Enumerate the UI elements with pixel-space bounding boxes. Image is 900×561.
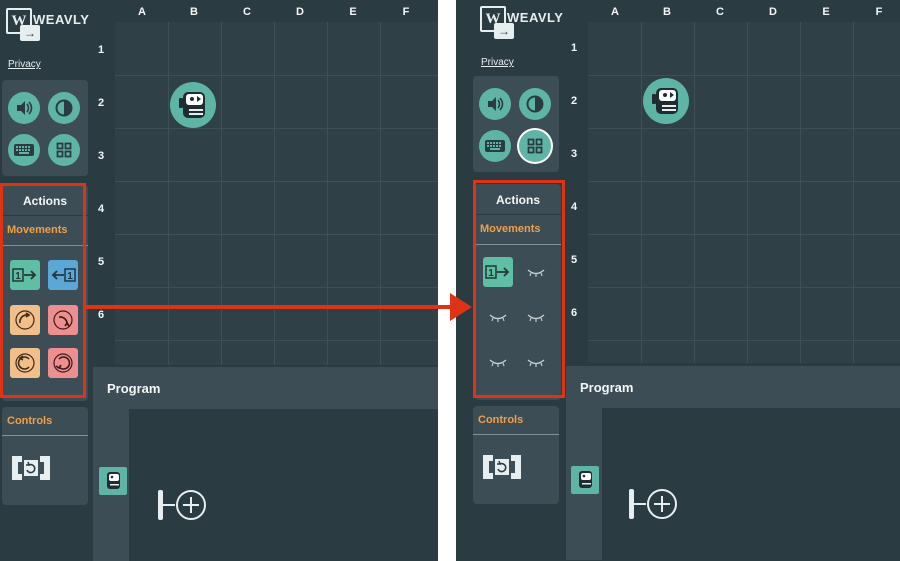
logo-arrow-icon: → xyxy=(20,25,40,41)
grid-line xyxy=(588,75,900,76)
row-header: 6 xyxy=(98,309,105,321)
grid-line xyxy=(274,22,275,365)
column-header: D xyxy=(296,6,304,18)
weavly-logo: W → WEAVLY xyxy=(480,6,564,46)
grid-line xyxy=(853,22,854,363)
column-header: F xyxy=(402,6,410,18)
row-header: 2 xyxy=(98,97,105,109)
divider xyxy=(473,434,559,435)
robot-icon[interactable] xyxy=(643,78,689,124)
grid-line xyxy=(115,75,438,76)
controls-title: Controls xyxy=(7,415,53,427)
row-header: 6 xyxy=(571,307,578,319)
grid-line xyxy=(694,22,695,363)
grid-line xyxy=(588,128,900,129)
row-header: 5 xyxy=(98,256,105,268)
grid-line xyxy=(588,234,900,235)
grid-line xyxy=(588,287,900,288)
grid-line xyxy=(641,22,642,363)
repeat-loop-icon[interactable] xyxy=(10,453,52,483)
controls-title: Controls xyxy=(478,414,524,426)
column-header: B xyxy=(663,6,671,18)
grid-line xyxy=(380,22,381,365)
row-header: 1 xyxy=(571,42,578,54)
column-header: A xyxy=(138,6,146,18)
repeat-loop-icon[interactable] xyxy=(481,452,523,482)
grid-line xyxy=(115,287,438,288)
logo-text: WEAVLY xyxy=(507,10,564,25)
contrast-icon[interactable] xyxy=(48,92,80,124)
logo-arrow-icon: → xyxy=(494,23,514,39)
keyboard-icon[interactable] xyxy=(479,130,511,162)
grid-line xyxy=(115,234,438,235)
privacy-link[interactable]: Privacy xyxy=(481,57,514,68)
column-header: B xyxy=(190,6,198,18)
program-sidebar xyxy=(566,408,602,560)
grid-icon[interactable] xyxy=(48,134,80,166)
grid-line xyxy=(588,181,900,182)
controls-panel: Controls xyxy=(473,406,559,504)
program-area: Program xyxy=(93,367,438,561)
grid-board: A B C D E F 1 2 3 4 5 6 xyxy=(93,0,438,365)
column-header: C xyxy=(716,6,724,18)
keyboard-icon[interactable] xyxy=(8,134,40,166)
row-header: 3 xyxy=(571,148,578,160)
weavly-logo: W → WEAVLY xyxy=(6,8,90,48)
grid-line xyxy=(115,128,438,129)
speaker-icon[interactable] xyxy=(479,88,511,120)
robot-icon[interactable] xyxy=(571,466,599,494)
column-header: E xyxy=(822,6,830,18)
grid-board: A B C D E F 1 2 3 4 5 6 xyxy=(566,0,900,363)
transition-arrow-line xyxy=(86,305,454,309)
column-header: C xyxy=(243,6,251,18)
controls-panel: Controls xyxy=(2,407,88,505)
privacy-link[interactable]: Privacy xyxy=(8,59,41,70)
highlight-box-before xyxy=(0,183,86,398)
program-sidebar xyxy=(93,409,129,561)
settings-panel xyxy=(2,80,88,176)
grid-line xyxy=(588,340,900,341)
row-header: 2 xyxy=(571,95,578,107)
grid-line xyxy=(800,22,801,363)
logo-text: WEAVLY xyxy=(33,12,90,27)
program-title: Program xyxy=(93,367,438,409)
column-header: F xyxy=(875,6,883,18)
robot-icon[interactable] xyxy=(99,467,127,495)
grid-line xyxy=(747,22,748,363)
divider xyxy=(2,435,88,436)
settings-panel xyxy=(473,76,559,172)
grid-icon[interactable] xyxy=(519,130,551,162)
row-header: 1 xyxy=(98,44,105,56)
column-header: E xyxy=(349,6,357,18)
program-title: Program xyxy=(566,366,900,408)
grid-line xyxy=(221,22,222,365)
row-header: 4 xyxy=(98,203,105,215)
add-icon[interactable] xyxy=(626,486,682,522)
grid-line xyxy=(327,22,328,365)
highlight-box-after xyxy=(473,180,565,398)
grid-line xyxy=(115,340,438,341)
row-header: 3 xyxy=(98,150,105,162)
add-icon[interactable] xyxy=(155,487,211,523)
row-header: 5 xyxy=(571,254,578,266)
program-area: Program xyxy=(566,366,900,560)
grid-cells xyxy=(115,22,438,365)
contrast-icon[interactable] xyxy=(519,88,551,120)
column-header: A xyxy=(611,6,619,18)
transition-arrow-head-icon xyxy=(450,293,472,321)
column-header: D xyxy=(769,6,777,18)
grid-line xyxy=(115,181,438,182)
grid-line xyxy=(168,22,169,365)
row-header: 4 xyxy=(571,201,578,213)
robot-icon[interactable] xyxy=(170,82,216,128)
speaker-icon[interactable] xyxy=(8,92,40,124)
